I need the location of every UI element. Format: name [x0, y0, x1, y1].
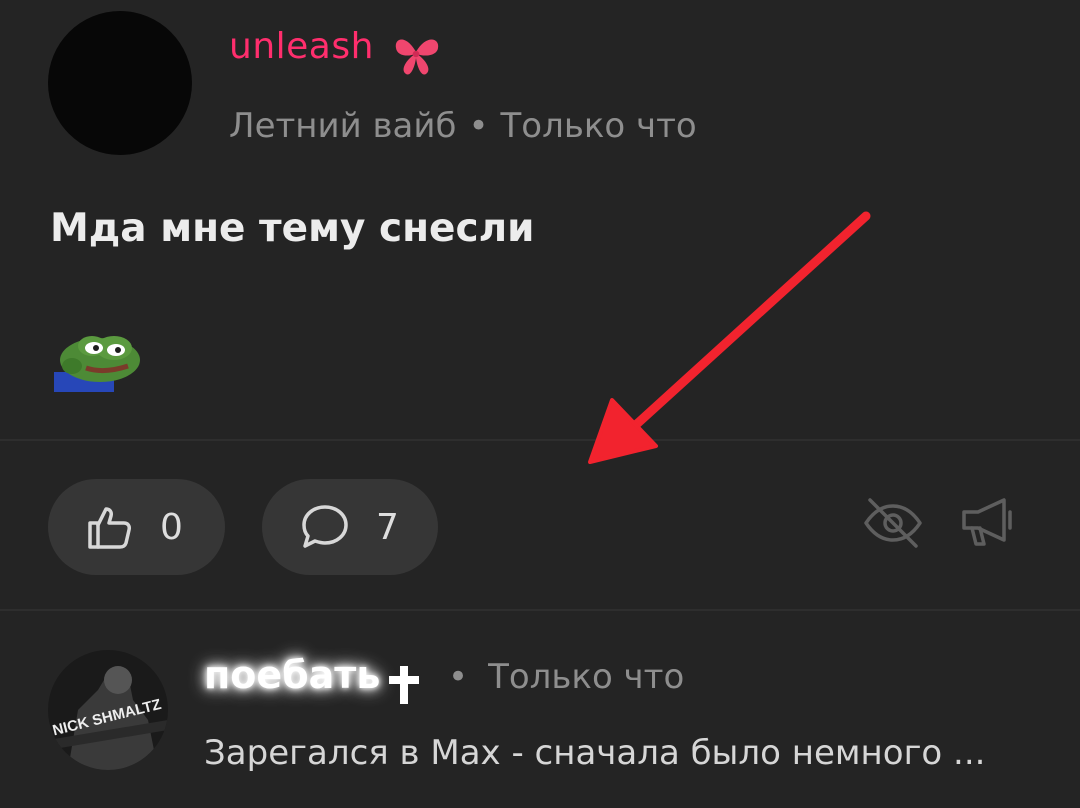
cross-icon	[389, 666, 419, 704]
like-count: 0	[160, 506, 183, 548]
meta-separator: •	[468, 106, 489, 146]
comment-count: 7	[376, 506, 399, 548]
reply-meta: • Только что	[448, 657, 684, 697]
megaphone-icon[interactable]	[958, 494, 1018, 552]
like-button[interactable]: 0	[48, 479, 225, 575]
meta-separator: •	[448, 657, 469, 697]
thumbs-up-icon	[88, 507, 131, 549]
butterfly-bow-icon	[395, 39, 439, 75]
eye-off-icon[interactable]	[862, 494, 924, 552]
reply-time: Только что	[488, 657, 685, 697]
community-link[interactable]: Летний вайб	[229, 106, 456, 146]
post-text: Мда мне тему снесли	[50, 206, 535, 251]
post-time: Только что	[500, 106, 697, 146]
reply-text[interactable]: Зарегался в Max - сначала было немного .…	[204, 733, 985, 773]
reply-author-avatar[interactable]: NICK SHMALTZ	[48, 650, 168, 770]
divider	[0, 609, 1080, 611]
divider	[0, 439, 1080, 441]
comment-bubble-icon	[302, 505, 348, 548]
post-author-name[interactable]: unleash	[229, 26, 374, 67]
post-author-avatar[interactable]	[48, 11, 192, 155]
pepe-frog-sticker	[54, 336, 140, 392]
post-meta: Летний вайб • Только что	[229, 106, 697, 146]
comment-button[interactable]: 7	[262, 479, 438, 575]
reply-author-name[interactable]: поебать	[204, 653, 380, 697]
